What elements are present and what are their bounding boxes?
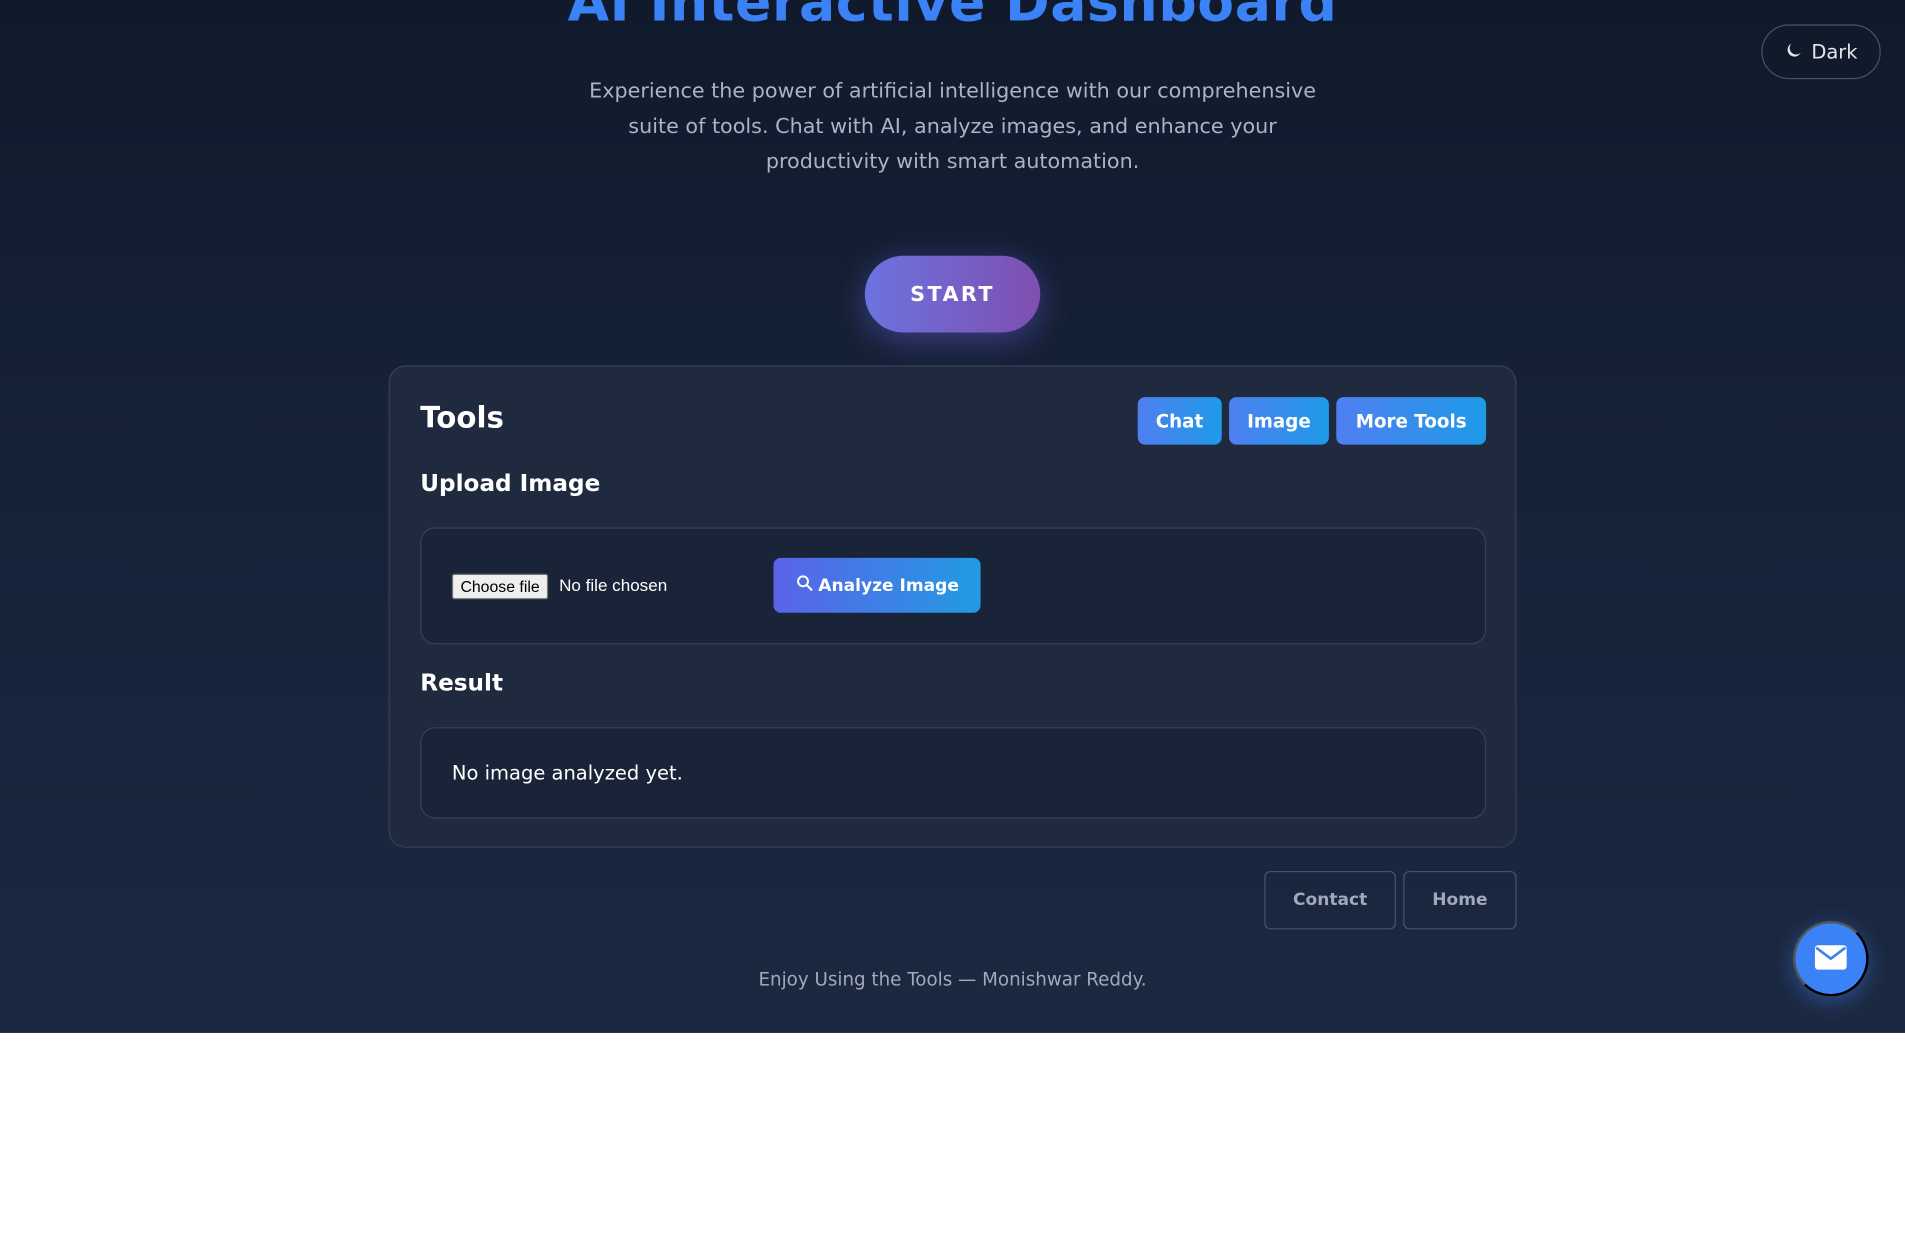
theme-toggle-label: Dark: [1811, 40, 1858, 64]
tab-more-tools[interactable]: More Tools: [1336, 397, 1487, 445]
theme-toggle-button[interactable]: Dark: [1761, 24, 1881, 80]
result-panel: No image analyzed yet.: [420, 727, 1487, 819]
contact-fab-button[interactable]: [1793, 920, 1869, 997]
contact-button[interactable]: Contact: [1264, 870, 1396, 930]
search-icon: [795, 574, 813, 597]
moon-icon: [1785, 40, 1804, 64]
tab-image[interactable]: Image: [1228, 397, 1330, 445]
viewport: AI Interactive Dashboard Experience the …: [0, 0, 1905, 1257]
upload-panel: Choose file No file chosen Analyze Image: [420, 527, 1487, 645]
envelope-icon: [1814, 943, 1848, 973]
page-title: AI Interactive Dashboard: [567, 0, 1338, 35]
hero-description: Experience the power of artificial intel…: [589, 79, 1316, 175]
tools-card: Tools Chat Image More Tools Upload Image…: [388, 365, 1517, 848]
tools-tab-bar: Chat Image More Tools: [1137, 397, 1487, 445]
analyze-image-button[interactable]: Analyze Image: [773, 557, 981, 613]
tab-chat[interactable]: Chat: [1137, 397, 1222, 445]
result-text: No image analyzed yet.: [451, 761, 683, 785]
page: AI Interactive Dashboard Experience the …: [0, 0, 1905, 1033]
analyze-image-label: Analyze Image: [818, 575, 959, 596]
footer-credit: Enjoy Using the Tools — Monishwar Reddy.: [758, 968, 1147, 991]
result-section-title: Result: [420, 669, 504, 697]
home-button[interactable]: Home: [1403, 870, 1517, 930]
start-button[interactable]: START: [864, 255, 1041, 333]
upload-section-title: Upload Image: [420, 470, 601, 497]
tools-title: Tools: [420, 400, 504, 435]
file-status-text: No file chosen: [559, 574, 668, 595]
choose-file-button[interactable]: Choose file: [451, 573, 549, 600]
